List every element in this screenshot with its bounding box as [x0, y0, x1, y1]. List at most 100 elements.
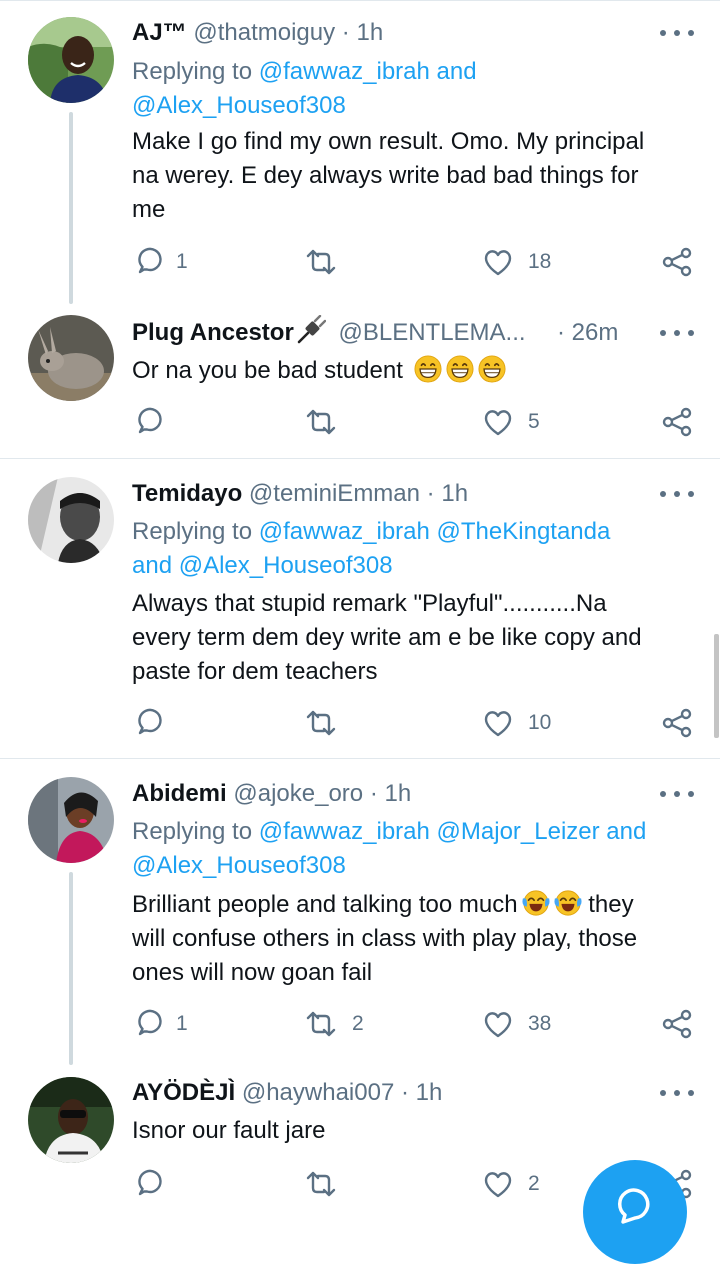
mention-link[interactable]: @Major_Leizer: [437, 818, 600, 845]
share-button[interactable]: [662, 1007, 692, 1041]
like-button[interactable]: 5: [482, 405, 540, 439]
like-button[interactable]: 18: [482, 245, 551, 279]
retweet-button[interactable]: [304, 1167, 338, 1201]
tweet-text-line: Or na you be bad student: [132, 357, 403, 384]
compose-reply-button[interactable]: [583, 1160, 687, 1264]
more-options-icon[interactable]: [660, 1083, 694, 1103]
heart-icon: [482, 407, 514, 437]
display-name[interactable]: Temidayo: [132, 480, 242, 507]
timestamp[interactable]: 1h: [416, 1079, 443, 1106]
tweet-2[interactable]: Plug Ancestor @BLENTLEMA... · 26m Or na …: [0, 305, 720, 457]
grinning-face-icon: [414, 355, 442, 383]
compose-reply-icon: [617, 1188, 650, 1224]
share-button[interactable]: [662, 405, 692, 439]
tweet-4[interactable]: Abidemi @ajoke_oro · 1h Replying to @faw…: [0, 759, 720, 1065]
replying-to-and[interactable]: and: [437, 58, 477, 85]
face-with-tears-of-joy-icon: [554, 889, 582, 917]
more-options-icon[interactable]: [660, 484, 694, 504]
user-handle[interactable]: @haywhai007: [242, 1079, 394, 1106]
tweet-text: Isnor our fault jare: [132, 1114, 702, 1148]
reply-button[interactable]: 1: [132, 1007, 188, 1041]
tweet-text-line: Make I go find my own result. Omo. My pr…: [132, 128, 645, 155]
like-button[interactable]: 38: [482, 1007, 551, 1041]
tweet-text-line: paste for dem teachers: [132, 658, 378, 685]
replying-to-label: Replying to: [132, 518, 253, 545]
share-icon: [662, 247, 692, 277]
tweet-3[interactable]: Temidayo @teminiEmman · 1h Replying to @…: [0, 459, 720, 757]
heart-icon: [482, 1169, 514, 1199]
share-icon: [662, 407, 692, 437]
retweet-button[interactable]: [304, 706, 338, 740]
replying-to-and[interactable]: and: [132, 552, 172, 579]
mention-link[interactable]: @fawwaz_ibrah: [259, 518, 430, 545]
replying-to: Replying to @fawwaz_ibrah @Major_Leizer …: [132, 815, 692, 883]
mention-link[interactable]: @TheKingtanda: [437, 518, 611, 545]
tweet-text: Make I go find my own result. Omo. My pr…: [132, 125, 702, 227]
retweet-icon: [304, 708, 338, 738]
retweet-icon: [304, 407, 338, 437]
electric-plug-icon: [296, 315, 326, 345]
separator-dot: ·: [400, 1079, 409, 1106]
display-name[interactable]: AJ™: [132, 19, 187, 46]
retweet-icon: [304, 1009, 338, 1039]
more-options-icon[interactable]: [660, 23, 694, 43]
mention-link[interactable]: @fawwaz_ibrah: [259, 58, 430, 85]
retweet-button[interactable]: [304, 245, 352, 279]
timestamp[interactable]: 26m: [572, 319, 619, 346]
user-handle[interactable]: @teminiEmman: [249, 480, 420, 507]
timestamp[interactable]: 1h: [441, 480, 468, 507]
like-count: 38: [528, 1012, 552, 1035]
like-button[interactable]: 2: [482, 1167, 540, 1201]
like-count: 2: [528, 1172, 540, 1195]
tweet-text: Brilliant people and talking too much th…: [132, 888, 702, 990]
avatar[interactable]: [28, 477, 114, 563]
avatar[interactable]: [28, 777, 114, 863]
timestamp[interactable]: 1h: [384, 780, 411, 807]
face-with-tears-of-joy-icon: [522, 889, 550, 917]
scrollbar[interactable]: [714, 634, 719, 738]
reply-button[interactable]: [132, 1167, 162, 1201]
timestamp[interactable]: 1h: [356, 19, 383, 46]
tweet-text-line: they: [588, 891, 634, 918]
mention-link[interactable]: @Alex_Houseof308: [179, 552, 393, 579]
tweet-text: Or na you be bad student: [132, 354, 702, 388]
user-handle[interactable]: @BLENTLEMA...: [338, 319, 525, 346]
retweet-button[interactable]: [304, 405, 338, 439]
user-handle[interactable]: @ajoke_oro: [233, 780, 363, 807]
more-options-icon[interactable]: [660, 323, 694, 343]
like-count: 10: [528, 711, 552, 734]
share-icon: [662, 1009, 692, 1039]
avatar[interactable]: [28, 17, 114, 103]
thread-line: [69, 872, 73, 1065]
more-options-icon[interactable]: [660, 784, 694, 804]
replying-to-and[interactable]: and: [606, 818, 646, 845]
tweet-1[interactable]: AJ™ @thatmoiguy · 1h Replying to @fawwaz…: [0, 0, 720, 305]
mention-link[interactable]: @Alex_Houseof308: [132, 852, 346, 879]
like-button[interactable]: 10: [482, 706, 551, 740]
share-icon: [662, 708, 692, 738]
heart-icon: [482, 1009, 514, 1039]
reply-button[interactable]: 1: [132, 245, 188, 279]
share-button[interactable]: [662, 245, 692, 279]
replying-to: Replying to @fawwaz_ibrah and @Alex_Hous…: [132, 55, 692, 123]
tweet-text-line: Isnor our fault jare: [132, 1117, 326, 1144]
retweet-button[interactable]: 2: [304, 1007, 364, 1041]
avatar[interactable]: [28, 315, 114, 401]
reply-button[interactable]: [132, 405, 162, 439]
display-name[interactable]: AYÖDÈJÌ: [132, 1079, 235, 1106]
tweet-actions: 10: [132, 706, 702, 740]
reply-button[interactable]: [132, 706, 162, 740]
tweet-text-line: me: [132, 196, 166, 223]
display-name[interactable]: Abidemi: [132, 780, 227, 807]
tweet-text-line: Brilliant people and talking too much: [132, 891, 518, 918]
heart-icon: [482, 247, 514, 277]
user-handle[interactable]: @thatmoiguy: [193, 19, 335, 46]
tweet-actions: 1 2 38: [132, 1007, 702, 1041]
mention-link[interactable]: @Alex_Houseof308: [132, 92, 346, 119]
share-button[interactable]: [662, 706, 692, 740]
mention-link[interactable]: @fawwaz_ibrah: [259, 818, 430, 845]
retweet-icon: [304, 1169, 338, 1199]
tweet-header: Plug Ancestor @BLENTLEMA...: [132, 315, 526, 351]
display-name[interactable]: Plug Ancestor: [132, 319, 294, 346]
avatar[interactable]: [28, 1077, 114, 1163]
